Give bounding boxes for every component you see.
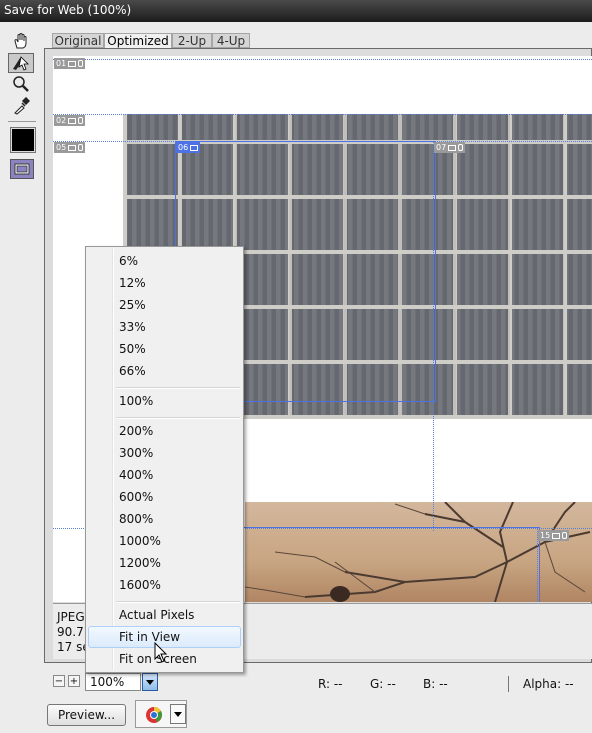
menu-item-600[interactable]: 600%: [88, 486, 241, 508]
zoom-out-button[interactable]: −: [53, 675, 65, 687]
menu-separator: [116, 601, 240, 603]
menu-item-12[interactable]: 12%: [88, 272, 241, 294]
image-slice-icon: [68, 117, 77, 124]
menu-separator: [116, 387, 240, 389]
slice-label-05: 05: [54, 142, 86, 153]
red-readout: R: --: [318, 677, 343, 691]
image-slice-icon: [68, 144, 77, 151]
browser-icon: [146, 706, 162, 723]
image-slice-icon: [68, 60, 77, 67]
tab-2-up[interactable]: 2-Up: [172, 33, 212, 48]
mouse-cursor-icon: [154, 642, 168, 663]
link-icon: [78, 144, 84, 151]
menu-item-1600[interactable]: 1600%: [88, 574, 241, 596]
slice-guide: [53, 59, 592, 60]
menu-item-25[interactable]: 25%: [88, 294, 241, 316]
tab-original[interactable]: Original: [52, 33, 104, 48]
window-title: Save for Web (100%): [4, 3, 132, 17]
slice-label-06: 06: [176, 142, 201, 153]
info-format: JPEG: [57, 610, 85, 624]
tab-4-up[interactable]: 4-Up: [212, 33, 250, 48]
menu-item-6[interactable]: 6%: [88, 250, 241, 272]
tab-optimized[interactable]: Optimized: [104, 33, 172, 49]
zoom-level-field[interactable]: 100%: [85, 673, 141, 691]
slice-label-02: 02: [54, 115, 86, 126]
menu-item-100[interactable]: 100%: [88, 390, 241, 412]
menu-item-200[interactable]: 200%: [88, 420, 241, 442]
slice-label-01: 01: [54, 58, 86, 69]
menu-item-1200[interactable]: 1200%: [88, 552, 241, 574]
divider: [508, 676, 509, 692]
menu-item-66[interactable]: 66%: [88, 360, 241, 382]
menu-separator: [116, 417, 240, 419]
link-icon: [78, 117, 84, 124]
blue-readout: B: --: [423, 677, 448, 691]
link-icon: [458, 144, 464, 151]
zoom-in-button[interactable]: +: [68, 675, 80, 687]
image-slice-icon: [448, 144, 457, 151]
slice-guide: [53, 114, 592, 115]
slice-label-07: 07: [434, 142, 466, 153]
green-readout: G: --: [370, 677, 396, 691]
menu-item-actual-pixels[interactable]: Actual Pixels: [88, 604, 241, 626]
toggle-slices-visibility-icon[interactable]: [10, 159, 34, 179]
slice-label-15: 15: [538, 530, 570, 541]
menu-item-50[interactable]: 50%: [88, 338, 241, 360]
chevron-down-icon: [174, 711, 182, 717]
menu-item-1000[interactable]: 1000%: [88, 530, 241, 552]
browser-dropdown-button[interactable]: [170, 704, 186, 724]
zoom-icon[interactable]: [8, 74, 34, 94]
link-icon: [562, 532, 568, 539]
menu-item-33[interactable]: 33%: [88, 316, 241, 338]
preview-button[interactable]: Preview...: [47, 704, 126, 726]
image-slice-icon: [552, 532, 561, 539]
eyedropper-icon[interactable]: [8, 96, 34, 116]
slice-select-icon[interactable]: [8, 53, 34, 73]
info-size: 90.7: [57, 625, 84, 639]
chevron-down-icon: [146, 679, 154, 685]
link-icon: [78, 60, 84, 67]
menu-item-800[interactable]: 800%: [88, 508, 241, 530]
menu-item-300[interactable]: 300%: [88, 442, 241, 464]
menu-item-400[interactable]: 400%: [88, 464, 241, 486]
image-slice-icon: [190, 144, 199, 151]
eyedropper-color-swatch[interactable]: [10, 127, 36, 153]
hand-icon[interactable]: [8, 31, 34, 51]
zoom-menu: 6% 12% 25% 33% 50% 66% 100% 200% 300% 40…: [85, 246, 244, 673]
tools-panel: [5, 28, 38, 678]
zoom-dropdown-button[interactable]: [142, 673, 158, 691]
alpha-readout: Alpha: --: [523, 677, 574, 691]
title-bar: Save for Web (100%): [0, 0, 592, 22]
